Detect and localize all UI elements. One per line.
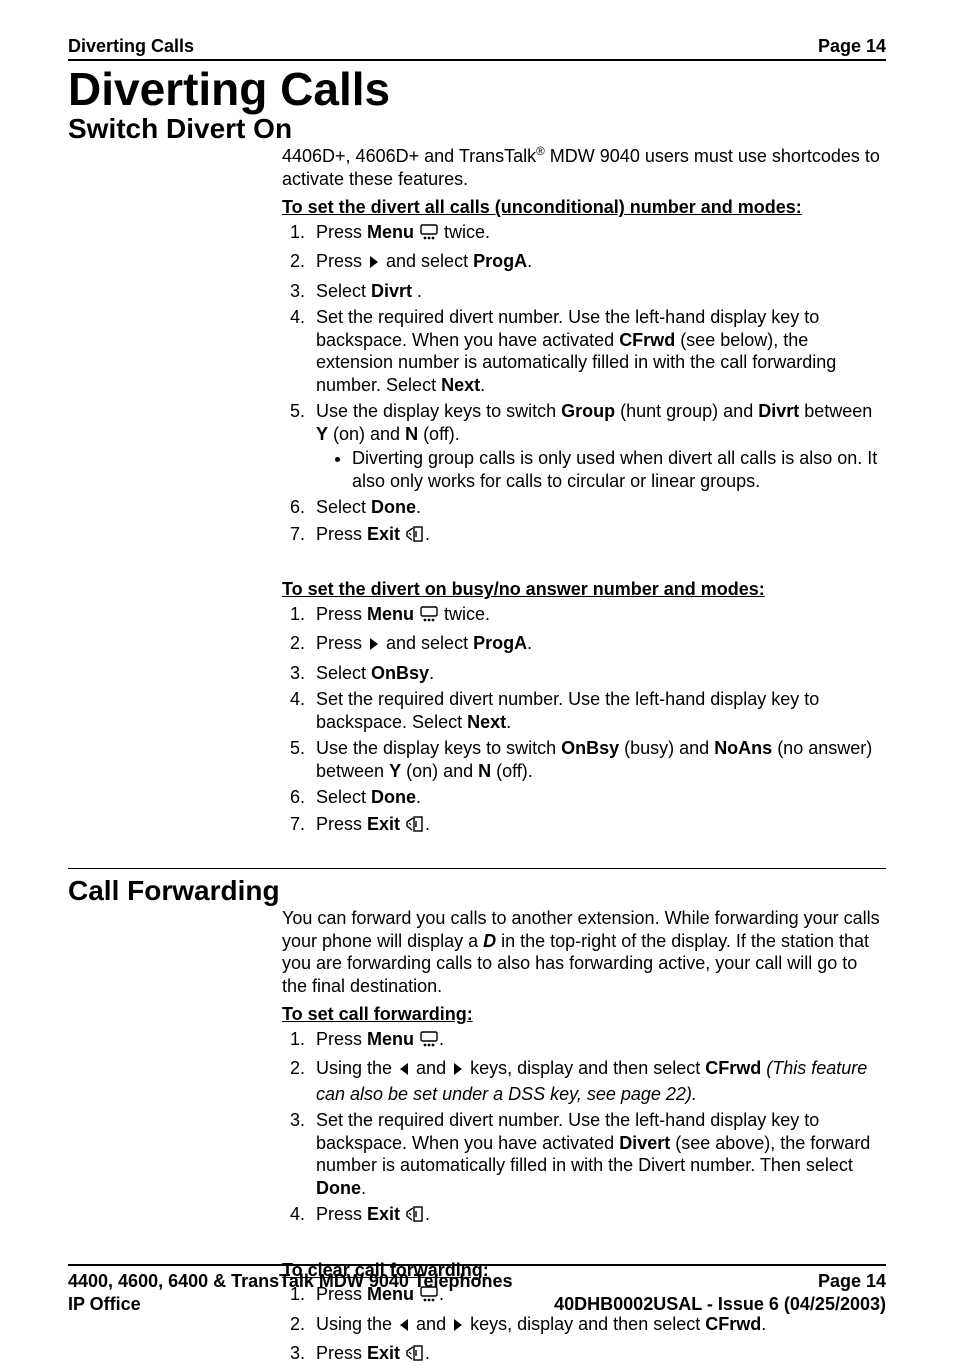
page-title: Diverting Calls: [68, 65, 886, 113]
arrow-left-icon: [398, 1316, 410, 1339]
step: Select Done.: [310, 786, 886, 809]
section2-heading: Call Forwarding: [68, 875, 886, 907]
step: Set the required divert number. Use the …: [310, 306, 886, 396]
step: Press Exit .: [310, 1342, 886, 1368]
exit-icon: [406, 526, 424, 549]
step: Press Exit .: [310, 813, 886, 839]
menu-icon: [420, 606, 438, 629]
section2-intro: You can forward you calls to another ext…: [282, 907, 886, 997]
page-header: Diverting Calls Page 14: [68, 36, 886, 61]
section1-intro: 4406D+, 4606D+ and TransTalk® MDW 9040 u…: [282, 145, 886, 190]
footer-right-2: 40DHB0002USAL - Issue 6 (04/25/2003): [554, 1293, 886, 1316]
footer-left-1: 4400, 4600, 6400 & TransTalk MDW 9040 Te…: [68, 1270, 513, 1293]
step: Using the and keys, display and then sel…: [310, 1057, 886, 1105]
step: Press Menu twice.: [310, 603, 886, 629]
step: Press Menu twice.: [310, 221, 886, 247]
step: Use the display keys to switch Group (hu…: [310, 400, 886, 492]
procA-title: To set the divert all calls (uncondition…: [282, 196, 886, 219]
step: Select Divrt .: [310, 280, 886, 303]
arrow-right-icon: [368, 253, 380, 276]
step: Press Exit .: [310, 523, 886, 549]
step: Select Done.: [310, 496, 886, 519]
section-divider: [68, 868, 886, 869]
procB-title: To set the divert on busy/no answer numb…: [282, 578, 886, 601]
fwd-procA-steps: Press Menu . Using the and keys, display…: [282, 1028, 886, 1229]
arrow-right-icon: [452, 1060, 464, 1083]
step: Using the and keys, display and then sel…: [310, 1313, 886, 1339]
arrow-right-icon: [368, 635, 380, 658]
step: Press Exit .: [310, 1203, 886, 1229]
header-right: Page 14: [818, 36, 886, 57]
step-sublist: Diverting group calls is only used when …: [316, 447, 886, 492]
exit-icon: [406, 1206, 424, 1229]
header-left: Diverting Calls: [68, 36, 194, 57]
step: Press and select ProgA.: [310, 250, 886, 276]
step: Set the required divert number. Use the …: [310, 1109, 886, 1199]
section1-body: 4406D+, 4606D+ and TransTalk® MDW 9040 u…: [282, 145, 886, 838]
procA-steps: Press Menu twice. Press and select ProgA…: [282, 221, 886, 549]
page-footer: 4400, 4600, 6400 & TransTalk MDW 9040 Te…: [68, 1264, 886, 1315]
step: Press Menu .: [310, 1028, 886, 1054]
exit-icon: [406, 816, 424, 839]
menu-icon: [420, 1031, 438, 1054]
step: Use the display keys to switch OnBsy (bu…: [310, 737, 886, 782]
step: Select OnBsy.: [310, 662, 886, 685]
registered-mark: ®: [536, 145, 545, 158]
footer-right-1: Page 14: [818, 1270, 886, 1293]
menu-icon: [420, 224, 438, 247]
step: Press and select ProgA.: [310, 632, 886, 658]
section1-heading: Switch Divert On: [68, 113, 886, 145]
arrow-left-icon: [398, 1060, 410, 1083]
step: Set the required divert number. Use the …: [310, 688, 886, 733]
sub-bullet: Diverting group calls is only used when …: [352, 447, 886, 492]
footer-left-2: IP Office: [68, 1293, 141, 1316]
exit-icon: [406, 1345, 424, 1368]
fwd-procA-title: To set call forwarding:: [282, 1003, 886, 1026]
procB-steps: Press Menu twice. Press and select ProgA…: [282, 603, 886, 839]
arrow-right-icon: [452, 1316, 464, 1339]
